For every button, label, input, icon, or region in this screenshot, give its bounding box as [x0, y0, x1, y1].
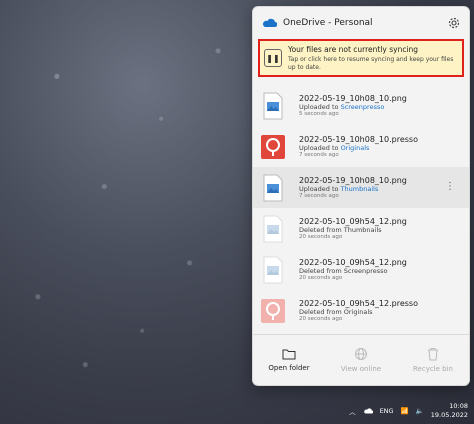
item-action: Deleted from Screenpresso [299, 267, 407, 275]
list-item[interactable]: 2022-05-10_09h54_12.presso Deleted from O… [253, 290, 469, 331]
onedrive-cloud-icon [263, 18, 277, 27]
item-action: Deleted from Originals [299, 308, 418, 316]
language-indicator[interactable]: ENG [380, 407, 394, 415]
more-options-icon[interactable]: ⋮ [445, 181, 455, 192]
view-online-button[interactable]: View online [325, 335, 397, 385]
recycle-bin-button[interactable]: Recycle bin [397, 335, 469, 385]
destination-link[interactable]: Originals [341, 144, 370, 152]
clock-time: 10:08 [449, 402, 468, 410]
activity-list: 2022-05-19_10h08_10.png Uploaded to Scree… [253, 85, 469, 335]
open-folder-button[interactable]: Open folder [253, 335, 325, 385]
sync-paused-banner[interactable]: ❚❚ Your files are not currently syncing … [258, 39, 464, 77]
folder-icon [282, 349, 296, 360]
taskbar-tray: ︿ ENG 📶 🔈 10:08 19.05.2022 [342, 402, 468, 420]
file-name: 2022-05-19_10h08_10.presso [299, 135, 418, 144]
item-action: Uploaded to Screenpresso [299, 103, 407, 111]
list-item[interactable]: 2022-05-19_10h08_10.png Uploaded to Thumb… [253, 167, 469, 208]
volume-icon[interactable]: 🔈 [416, 407, 424, 415]
flyout-footer: Open folder View online Recycle bin [253, 334, 469, 385]
item-action: Uploaded to Originals [299, 144, 418, 152]
onedrive-flyout: OneDrive - Personal ❚❚ Your files are no… [252, 6, 470, 386]
settings-gear-icon[interactable] [447, 16, 461, 30]
list-item[interactable]: 2022-05-19_10h08_10.png Uploaded to Scree… [253, 85, 469, 126]
wifi-icon[interactable]: 📶 [401, 407, 409, 415]
chevron-up-icon[interactable]: ︿ [349, 406, 356, 416]
alert-description: Tap or click here to resume syncing and … [288, 55, 454, 71]
file-name: 2022-05-10_09h54_12.presso [299, 299, 418, 308]
item-time: 7 seconds ago [299, 152, 339, 158]
destination-link[interactable]: Thumbnails [341, 185, 379, 193]
list-item[interactable]: 2022-05-19_10h08_10.presso Uploaded to Or… [253, 126, 469, 167]
open-folder-label: Open folder [268, 364, 310, 372]
view-online-label: View online [340, 365, 382, 373]
presso-file-icon [261, 134, 285, 159]
clock-date: 19.05.2022 [430, 411, 468, 419]
account-title: OneDrive - Personal [283, 18, 373, 28]
file-name: 2022-05-19_10h08_10.png [299, 176, 407, 185]
onedrive-tray-icon[interactable] [363, 407, 373, 415]
globe-icon [355, 348, 367, 360]
image-file-icon [263, 174, 283, 201]
action-text: Deleted from Thumbnails [299, 226, 382, 234]
destination-link[interactable]: Screenpresso [341, 103, 385, 111]
action-text: Deleted from Screenpresso [299, 267, 388, 275]
action-text: Uploaded to [299, 144, 341, 152]
file-name: 2022-05-10_09h54_12.png [299, 258, 407, 267]
item-action: Uploaded to Thumbnails [299, 185, 407, 193]
item-time: 20 seconds ago [299, 234, 343, 240]
list-item[interactable]: 2022-05-10_09h54_12.png Deleted from Thum… [253, 208, 469, 249]
image-file-icon [263, 215, 283, 242]
flyout-header: OneDrive - Personal [253, 7, 469, 39]
trash-icon [428, 348, 438, 361]
pause-icon: ❚❚ [264, 49, 282, 67]
image-file-icon [263, 92, 283, 119]
clock[interactable]: 10:08 19.05.2022 [431, 402, 468, 420]
image-file-icon [263, 256, 283, 283]
alert-title: Your files are not currently syncing [288, 44, 419, 54]
file-name: 2022-05-19_10h08_10.png [299, 94, 407, 103]
item-time: 20 seconds ago [299, 316, 343, 322]
recycle-bin-label: Recycle bin [413, 365, 453, 373]
list-item[interactable]: 2022-05-10_09h54_12.png Deleted from Scre… [253, 249, 469, 290]
presso-file-icon [261, 298, 285, 323]
item-action: Deleted from Thumbnails [299, 226, 407, 234]
item-time: 5 seconds ago [299, 111, 339, 117]
item-time: 20 seconds ago [299, 275, 343, 281]
file-name: 2022-05-10_09h54_12.png [299, 217, 407, 226]
action-text: Uploaded to [299, 103, 341, 111]
action-text: Uploaded to [299, 185, 341, 193]
item-time: 7 seconds ago [299, 193, 339, 199]
action-text: Deleted from Originals [299, 308, 373, 316]
